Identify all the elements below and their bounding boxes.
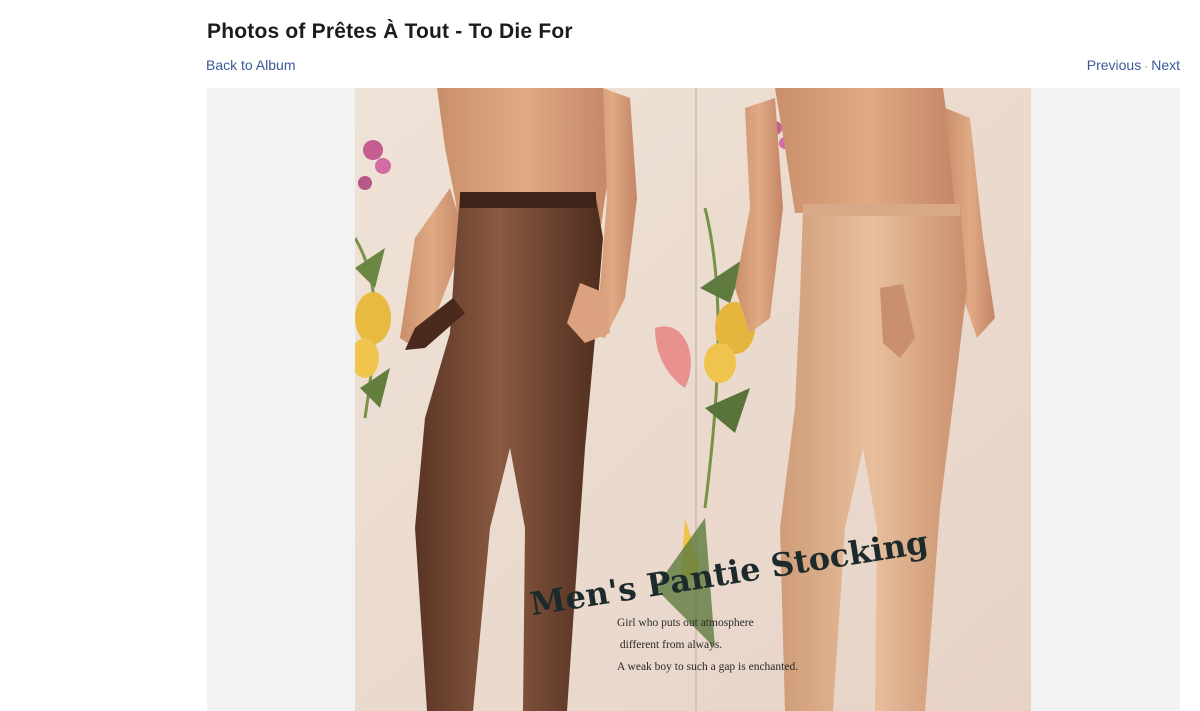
previous-link[interactable]: Previous (1087, 57, 1141, 73)
photo-body-line-2: different from always. (617, 639, 722, 651)
photo-stage: Men's Pantie Stocking Girl who puts out … (207, 88, 1180, 711)
photo-nav: Back to Album Previous · Next (206, 57, 1180, 75)
pager: Previous · Next (1087, 57, 1180, 73)
page-title: Photos of Prêtes À Tout - To Die For (207, 20, 573, 43)
photo-body-line-3: A weak boy to such a gap is enchanted. (617, 661, 798, 673)
back-to-album-link[interactable]: Back to Album (206, 57, 296, 73)
photo-image[interactable]: Men's Pantie Stocking Girl who puts out … (355, 88, 1031, 711)
pager-separator: · (1144, 59, 1149, 73)
photo-illustration: Men's Pantie Stocking Girl who puts out … (355, 88, 1031, 711)
photo-body-line-1: Girl who puts out atmosphere (617, 617, 754, 629)
next-link[interactable]: Next (1151, 57, 1180, 73)
